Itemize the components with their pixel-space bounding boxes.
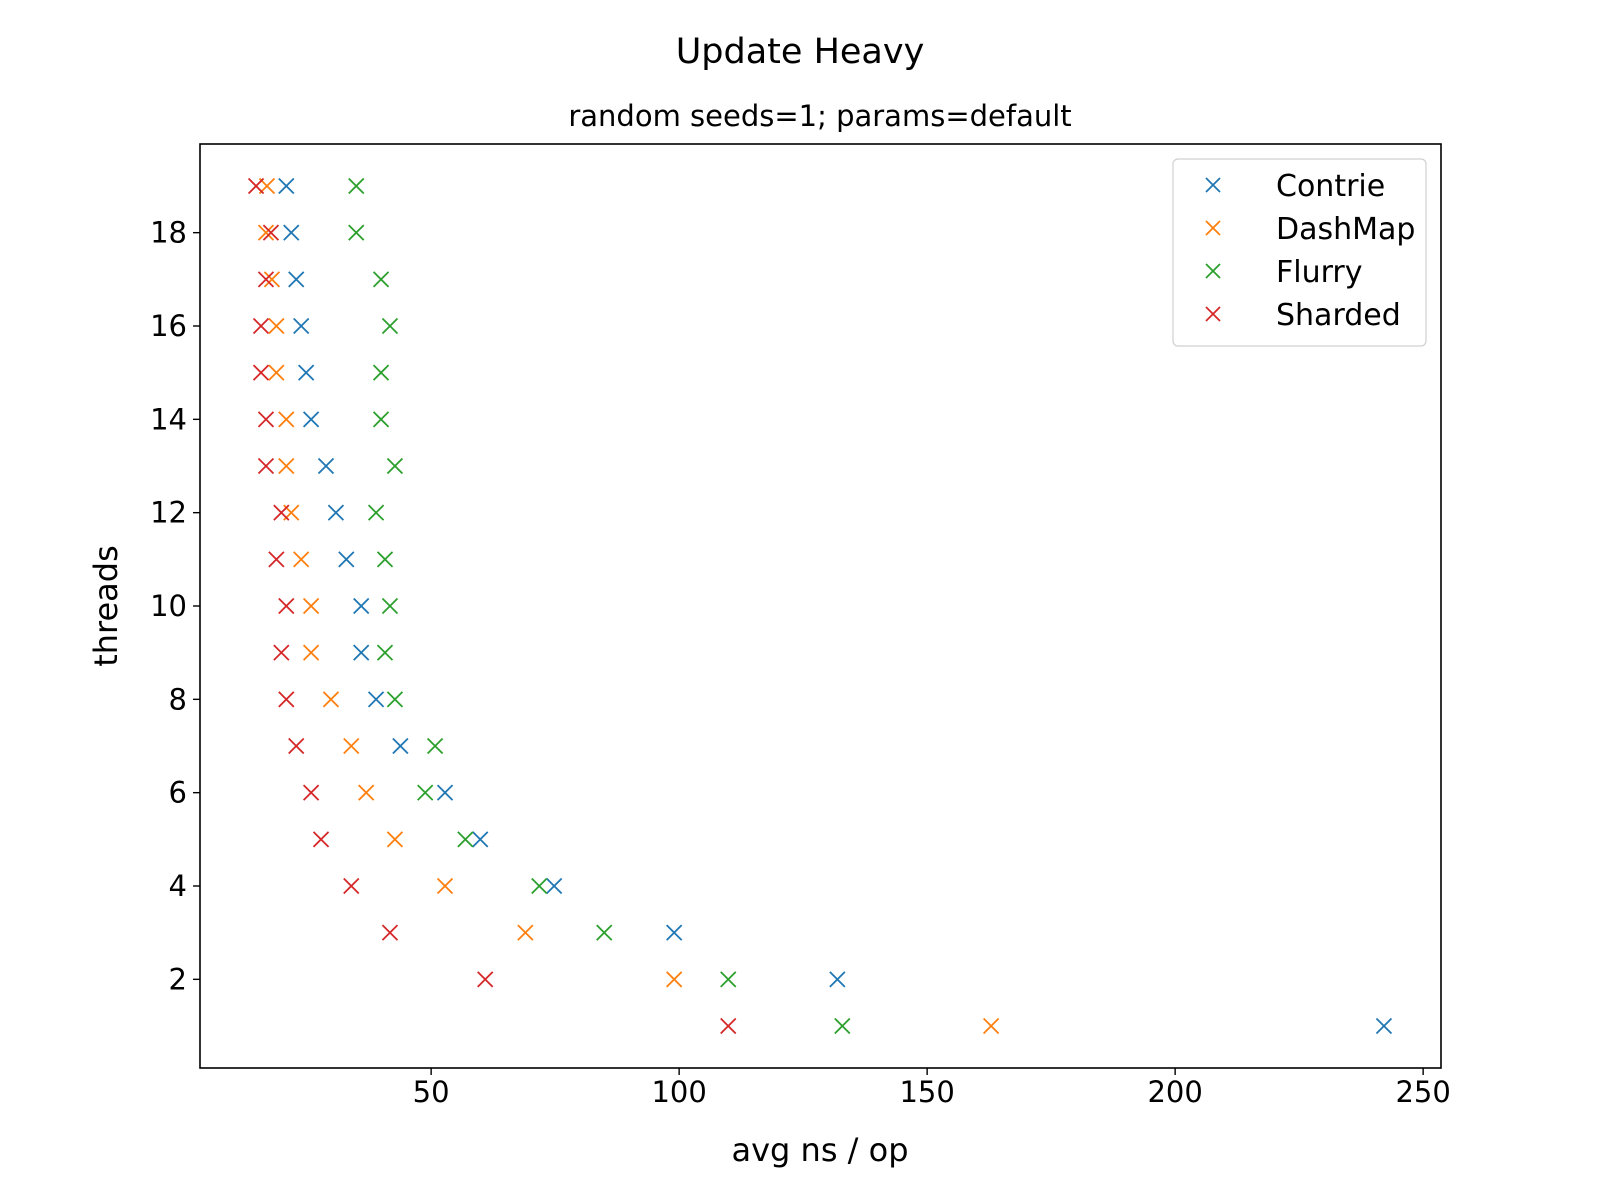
x-tick-label: 50 (413, 1075, 450, 1109)
x-tick-label: 100 (651, 1075, 706, 1109)
scatter-chart: Update Heavy random seeds=1; params=defa… (87, 32, 1451, 1169)
y-tick-label: 12 (150, 496, 187, 530)
y-tick-label: 18 (150, 216, 187, 250)
x-axis-label: avg ns / op (732, 1131, 909, 1169)
y-tick-label: 4 (169, 869, 187, 903)
y-tick-label: 2 (169, 962, 187, 996)
x-tick-label: 200 (1147, 1075, 1202, 1109)
legend-label: Sharded (1276, 298, 1401, 333)
y-tick-label: 8 (169, 682, 187, 716)
chart-subtitle: random seeds=1; params=default (568, 99, 1071, 133)
chart-title: Update Heavy (676, 32, 925, 72)
x-tick-label: 250 (1395, 1075, 1450, 1109)
legend: Contrie DashMap Flurry Sharded (1172, 158, 1427, 347)
y-tick-label: 14 (150, 402, 187, 436)
y-tick-label: 10 (150, 589, 187, 623)
legend-label: Flurry (1276, 255, 1363, 290)
y-axis: 2 4 6 8 10 12 14 16 18 (150, 216, 200, 996)
legend-label: Contrie (1276, 169, 1385, 204)
legend-label: DashMap (1276, 212, 1415, 247)
y-tick-label: 6 (169, 776, 187, 810)
y-axis-label: threads (87, 545, 125, 667)
x-tick-label: 150 (899, 1075, 954, 1109)
y-tick-label: 16 (150, 309, 187, 343)
x-axis: 50 100 150 200 250 (413, 1068, 1451, 1109)
